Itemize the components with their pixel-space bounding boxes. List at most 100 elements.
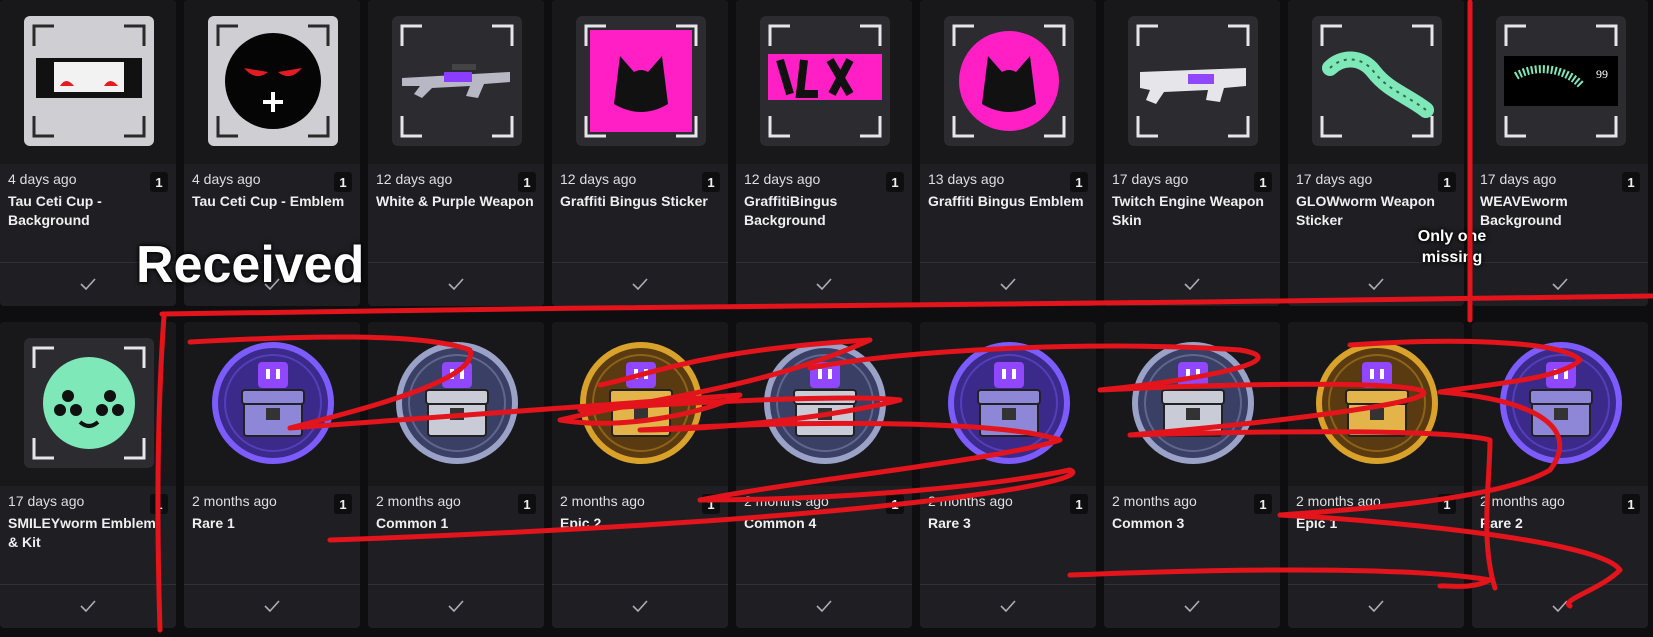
card-info: 12 days ago White & Purple Weapon: [376, 170, 536, 211]
checkmark-icon: [1368, 278, 1384, 290]
bingus-sticker-frame: [576, 16, 706, 146]
drop-name: Graffiti Bingus Sticker: [560, 193, 708, 209]
chest-frame: [392, 338, 522, 468]
drop-card[interactable]: 2 months ago Common 4 1: [736, 322, 912, 628]
quantity-badge: 1: [1438, 172, 1456, 192]
received-annotation: Received: [136, 236, 365, 294]
item-thumbnail: [920, 322, 1096, 486]
glowworm-image: [1322, 51, 1434, 118]
quantity-badge: 1: [1438, 494, 1456, 514]
quantity-badge: 1: [334, 172, 352, 192]
loot-chest-icon: [396, 342, 518, 464]
claimed-status: [552, 265, 728, 303]
claimed-status: [1472, 265, 1648, 303]
quantity-badge: 1: [518, 494, 536, 514]
loot-chest-icon: [1316, 342, 1438, 464]
drop-name: Twitch Engine Weapon Skin: [1112, 193, 1264, 228]
claimed-status: [1104, 587, 1280, 625]
card-info: 12 days ago GraffitiBingus Background: [744, 170, 904, 230]
smiley-image: [43, 357, 135, 449]
checkmark-icon: [1184, 278, 1200, 290]
drop-name: Common 1: [376, 515, 449, 531]
drop-date: 2 months ago: [1112, 493, 1197, 509]
drop-name: SMILEYworm Emblem & Kit: [8, 515, 156, 550]
card-info: 17 days ago GLOWworm Weapon Sticker: [1296, 170, 1456, 230]
card-info: 17 days ago SMILEYworm Emblem & Kit: [8, 492, 168, 552]
card-divider: [184, 584, 360, 585]
chest-frame: [576, 338, 706, 468]
card-divider: [1288, 584, 1464, 585]
drops-grid: 4 days ago Tau Ceti Cup - Background 1 4 da…: [0, 0, 1653, 637]
quantity-badge: 1: [702, 172, 720, 192]
drop-date: 2 months ago: [1480, 493, 1565, 509]
card-info: 17 days ago Twitch Engine Weapon Skin: [1112, 170, 1272, 230]
quantity-badge: 1: [518, 172, 536, 192]
quantity-badge: 1: [1622, 172, 1640, 192]
quantity-badge: 1: [1254, 172, 1272, 192]
chest-frame: [208, 338, 338, 468]
checkmark-icon: [632, 278, 648, 290]
weaveworm-image: 99: [1504, 56, 1618, 106]
drops-row-2: 17 days ago SMILEYworm Emblem & Kit 1 2 mon…: [0, 322, 1648, 628]
drop-date: 2 months ago: [376, 493, 461, 509]
drop-date: 4 days ago: [192, 171, 261, 187]
tau-emblem-frame: [208, 16, 338, 146]
drop-card[interactable]: 2 months ago Epic 2 1: [552, 322, 728, 628]
drop-card[interactable]: 2 months ago Epic 1 1: [1288, 322, 1464, 628]
missing-annotation-line-2: missing: [1421, 249, 1483, 266]
loot-chest-icon: [764, 342, 886, 464]
drop-card[interactable]: 12 days ago Graffiti Bingus Sticker 1: [552, 0, 728, 306]
checkmark-icon: [80, 600, 96, 612]
drop-date: 2 months ago: [1296, 493, 1381, 509]
bingus-emblem-image: [959, 31, 1059, 131]
drop-card[interactable]: 99 17 days ago WEAVEworm Background 1: [1472, 0, 1648, 306]
drop-date: 2 months ago: [928, 493, 1013, 509]
card-divider: [0, 584, 176, 585]
item-thumbnail: [368, 0, 544, 164]
card-divider: [1104, 584, 1280, 585]
drop-card[interactable]: 12 days ago White & Purple Weapon 1: [368, 0, 544, 306]
tau-bg-frame: [24, 16, 154, 146]
drop-card[interactable]: 12 days ago GraffitiBingus Background 1: [736, 0, 912, 306]
drop-name: WEAVEworm Background: [1480, 193, 1568, 228]
drop-date: 17 days ago: [1296, 171, 1373, 187]
item-thumbnail: [1288, 322, 1464, 486]
weapon-engine-image: [1140, 68, 1246, 104]
drop-card[interactable]: 13 days ago Graffiti Bingus Emblem 1: [920, 0, 1096, 306]
drop-name: Graffiti Bingus Emblem: [928, 193, 1084, 209]
loot-chest-icon: [580, 342, 702, 464]
card-info: 13 days ago Graffiti Bingus Emblem: [928, 170, 1088, 211]
drop-card[interactable]: 2 months ago Common 3 1: [1104, 322, 1280, 628]
drop-date: 17 days ago: [1480, 171, 1557, 187]
claimed-status: [920, 587, 1096, 625]
quantity-badge: 1: [886, 494, 904, 514]
claimed-status: [368, 265, 544, 303]
item-thumbnail: 99: [1472, 0, 1648, 164]
quantity-badge: 1: [334, 494, 352, 514]
quantity-badge: 1: [1070, 172, 1088, 192]
item-thumbnail: [1104, 322, 1280, 486]
checkmark-icon: [1000, 600, 1016, 612]
drop-name: Common 3: [1112, 515, 1185, 531]
checkmark-icon: [816, 600, 832, 612]
drop-card[interactable]: 2 months ago Rare 2 1: [1472, 322, 1648, 628]
loot-chest-icon: [1132, 342, 1254, 464]
weapon-rifle-image: [402, 64, 510, 98]
card-info: 4 days ago Tau Ceti Cup - Background: [8, 170, 168, 230]
drop-card[interactable]: 2 months ago Rare 1 1: [184, 322, 360, 628]
tau-bg-image: [36, 58, 142, 98]
drop-card[interactable]: 17 days ago Twitch Engine Weapon Skin 1: [1104, 0, 1280, 306]
drop-name: Common 4: [744, 515, 817, 531]
drop-name: Rare 3: [928, 515, 971, 531]
quantity-badge: 1: [702, 494, 720, 514]
drop-card[interactable]: 2 months ago Rare 3 1: [920, 322, 1096, 628]
drop-name: Rare 1: [192, 515, 235, 531]
drop-date: 2 months ago: [744, 493, 829, 509]
quantity-badge: 1: [150, 494, 168, 514]
loot-chest-icon: [212, 342, 334, 464]
drop-name: Tau Ceti Cup - Background: [8, 193, 102, 228]
card-divider: [1472, 584, 1648, 585]
drop-card[interactable]: 2 months ago Common 1 1: [368, 322, 544, 628]
drop-name: GraffitiBingus Background: [744, 193, 838, 228]
drop-card[interactable]: 17 days ago SMILEYworm Emblem & Kit 1: [0, 322, 176, 628]
